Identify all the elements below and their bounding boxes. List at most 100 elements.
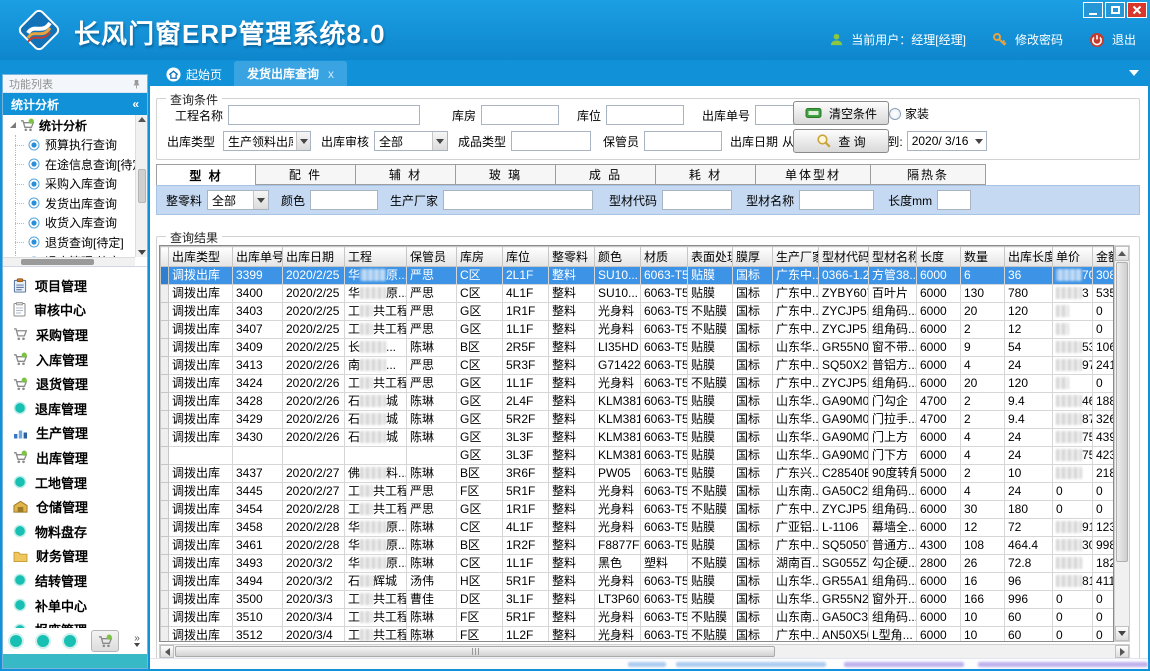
column-header[interactable]: 颜色 (595, 247, 641, 267)
sidebar-item[interactable]: 仓储管理 (3, 494, 147, 519)
color-input[interactable] (310, 190, 378, 210)
section-header[interactable]: 统计分析 « (3, 93, 147, 115)
column-header[interactable]: 整零料 (549, 247, 595, 267)
product-type-input[interactable] (511, 131, 591, 151)
table-row[interactable]: 调拨出库34452020/2/27工共工程严思F区5R1F整料光身料6063-T… (161, 483, 1115, 501)
material-tab[interactable]: 耗 材 (656, 164, 756, 185)
column-header[interactable] (161, 247, 169, 267)
tree-item[interactable]: 在途信息查询[待定] (3, 155, 135, 175)
column-header[interactable]: 保管员 (407, 247, 457, 267)
tree-item[interactable]: 收货入库查询 (3, 213, 135, 233)
sidebar-item[interactable]: 结转管理 (3, 568, 147, 593)
profile-name-input[interactable] (799, 190, 874, 210)
radio-option[interactable]: 家装 (889, 105, 929, 122)
column-header[interactable]: 数量 (961, 247, 1005, 267)
radio-button[interactable] (889, 108, 901, 120)
table-row[interactable]: 调拨出库33992020/2/25华原...严思C区2L1F整料SU10...6… (161, 267, 1115, 285)
table-row[interactable]: 调拨出库34372020/2/27佛料...陈琳B区3R6F整料PW056063… (161, 465, 1115, 483)
column-header[interactable]: 库位 (503, 247, 549, 267)
keeper-input[interactable] (644, 131, 722, 151)
table-row[interactable]: 调拨出库34132020/2/26南...严思C区5R3F整料G71422606… (161, 357, 1115, 375)
material-tab[interactable]: 单体型材 (756, 164, 871, 185)
collapse-icon[interactable]: « (132, 97, 139, 111)
material-tab[interactable]: 辅 材 (356, 164, 456, 185)
tab-active[interactable]: 发货出库查询 x (234, 61, 347, 86)
sidebar-item[interactable]: 审核中心 (3, 298, 147, 323)
table-row[interactable]: 调拨出库34612020/2/28华原...陈琳B区1R2F整料F8877FT6… (161, 537, 1115, 555)
table-row[interactable]: 调拨出库35122020/3/4工共工程陈琳F区1L2F整料光身料6063-T5… (161, 627, 1115, 643)
project-name-input[interactable] (228, 105, 420, 125)
tree-expander-icon[interactable] (10, 122, 16, 128)
tree-root[interactable]: 统计分析 (3, 115, 135, 135)
tab-close-icon[interactable]: x (328, 67, 334, 81)
length-input[interactable] (937, 190, 971, 210)
sidebar-item[interactable]: 采购管理 (3, 322, 147, 347)
table-row[interactable]: 调拨出库35002020/3/3工共工程曹佳D区3L1F整料LT3P606063… (161, 591, 1115, 609)
column-header[interactable]: 生产厂家 (773, 247, 819, 267)
pin-icon[interactable] (132, 79, 141, 89)
column-header[interactable]: 出库类型 (169, 247, 233, 267)
search-button[interactable]: 查 询 (793, 129, 889, 153)
material-tab[interactable]: 玻 璃 (456, 164, 556, 185)
tree-vertical-scrollbar[interactable] (135, 115, 147, 257)
dock-dot-icon[interactable] (10, 635, 22, 647)
sidebar-item[interactable]: 退库管理 (3, 396, 147, 421)
sidebar-item[interactable]: 退货管理 (3, 371, 147, 396)
column-header[interactable]: 长度 (917, 247, 961, 267)
table-row[interactable]: 调拨出库35102020/3/4工共工程陈琳F区5R1F整料光身料6063-T5… (161, 609, 1115, 627)
column-header[interactable]: 材质 (641, 247, 688, 267)
table-row[interactable]: 调拨出库34032020/2/25工共工程严思G区1R1F整料光身料6063-T… (161, 303, 1115, 321)
dock-cart-button[interactable] (91, 630, 119, 652)
table-row[interactable]: 调拨出库34932020/3/2华原...陈琳C区1L1F整料黑色塑料不贴膜国标… (161, 555, 1115, 573)
column-header[interactable]: 单价 (1053, 247, 1093, 267)
table-row[interactable]: 调拨出库34292020/2/26石城陈琳G区5R2F整料KLM38176063… (161, 411, 1115, 429)
warehouse-input[interactable] (481, 105, 559, 125)
column-header[interactable]: 金额 (1093, 247, 1115, 267)
grid-horizontal-scrollbar[interactable] (159, 644, 1130, 659)
sidebar-item[interactable]: 补单中心 (3, 593, 147, 618)
dock-more-button[interactable]: » (134, 635, 140, 647)
sidebar-item[interactable]: 生产管理 (3, 421, 147, 446)
tree-horizontal-scrollbar[interactable] (3, 257, 135, 266)
out-type-select[interactable]: 生产领料出库 (223, 131, 311, 151)
table-row[interactable]: 调拨出库34302020/2/26石城陈琳G区3L3F整料KLM38176063… (161, 429, 1115, 447)
table-row[interactable]: 调拨出库34282020/2/26石城陈琳G区2L4F整料KLM38176063… (161, 393, 1115, 411)
material-tab[interactable]: 成 品 (556, 164, 656, 185)
table-row[interactable]: 调拨出库34002020/2/25华原...严思C区4L1F整料SU10...6… (161, 285, 1115, 303)
grid-vertical-scrollbar[interactable] (1114, 245, 1130, 642)
column-header[interactable]: 库房 (457, 247, 503, 267)
location-input[interactable] (606, 105, 684, 125)
material-tab[interactable]: 隔热条 (871, 164, 986, 185)
tab-list-chevron-icon[interactable] (1129, 70, 1139, 76)
audit-select[interactable]: 全部 (374, 131, 448, 151)
column-header[interactable]: 工程 (345, 247, 407, 267)
close-button[interactable] (1127, 2, 1147, 18)
tree-item[interactable]: 预算执行查询 (3, 135, 135, 155)
table-row[interactable]: 调拨出库34942020/3/2石辉城汤伟H区5R1F整料光身料6063-T5贴… (161, 573, 1115, 591)
date-to-picker[interactable]: 2020/ 3/16 (907, 131, 987, 151)
dock-dot-icon[interactable] (37, 635, 49, 647)
column-header[interactable]: 出库日期 (283, 247, 345, 267)
tree-item[interactable]: 采购入库查询 (3, 174, 135, 194)
column-header[interactable]: 表面处理 (688, 247, 733, 267)
profile-code-input[interactable] (662, 190, 732, 210)
material-tab[interactable]: 配 件 (256, 164, 356, 185)
sidebar-item[interactable]: 财务管理 (3, 544, 147, 569)
column-header[interactable]: 出库长度 (1005, 247, 1053, 267)
tab-home[interactable]: 起始页 (154, 62, 234, 86)
material-tab[interactable]: 型 材 (156, 164, 256, 185)
column-header[interactable]: 型材代码 (819, 247, 869, 267)
tree-item[interactable]: 发货出库查询 (3, 194, 135, 214)
dock-dot-icon[interactable] (64, 635, 76, 647)
clear-conditions-button[interactable]: 清空条件 (793, 101, 889, 125)
minimize-button[interactable] (1083, 2, 1103, 18)
sidebar-item[interactable]: 入库管理 (3, 347, 147, 372)
sidebar-item[interactable]: 物料盘存 (3, 519, 147, 544)
sidebar-item[interactable]: 出库管理 (3, 445, 147, 470)
whole-part-select[interactable]: 全部 (207, 190, 269, 210)
change-password-link[interactable]: 修改密码 (1015, 31, 1063, 48)
column-header[interactable]: 膜厚 (733, 247, 773, 267)
table-row[interactable]: 调拨出库34582020/2/28华原...陈琳C区4L1F整料光身料6063-… (161, 519, 1115, 537)
sidebar-item[interactable]: 项目管理 (3, 273, 147, 298)
table-row[interactable]: 调拨出库34072020/2/25工共工程严思G区1L1F整料光身料6063-T… (161, 321, 1115, 339)
